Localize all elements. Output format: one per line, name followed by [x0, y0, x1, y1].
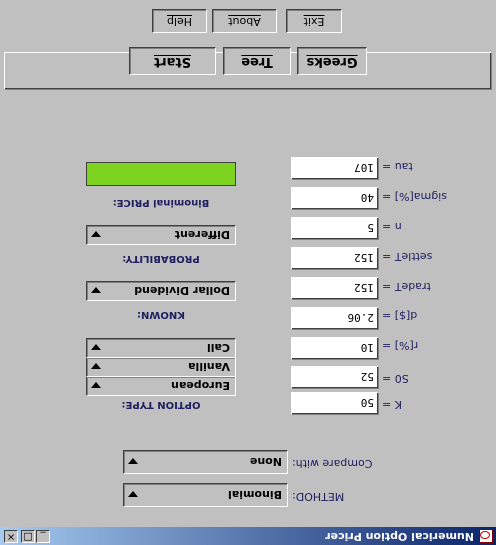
method-label: METHOD:	[292, 490, 345, 503]
close-button[interactable]: ×	[4, 530, 18, 543]
r-field[interactable]	[291, 337, 379, 360]
chevron-down-icon	[91, 363, 101, 369]
option-style-select[interactable]: European	[86, 376, 236, 396]
tree-button[interactable]: Tree	[223, 47, 291, 75]
probability-value: Different	[174, 228, 230, 241]
settlet-field[interactable]	[291, 247, 379, 270]
greeks-button[interactable]: Greeks	[297, 47, 367, 75]
option-style-value: European	[171, 379, 230, 392]
sigma-input[interactable]	[292, 187, 378, 208]
d-field[interactable]	[291, 307, 379, 330]
tau-label: tau =	[382, 160, 413, 173]
maximize-button[interactable]: □	[21, 530, 35, 543]
compare-select[interactable]: None	[123, 450, 288, 474]
option-right-select[interactable]: Call	[86, 338, 236, 358]
option-type-label: OPTION TYPE:	[121, 399, 201, 410]
price-label: Binominal PRICE:	[112, 197, 210, 208]
about-button[interactable]: About	[212, 9, 277, 33]
minimize-button[interactable]: _	[36, 530, 50, 543]
sigma-label: sigma[%] =	[382, 190, 447, 203]
tau-field[interactable]	[291, 157, 379, 180]
tradet-field[interactable]	[291, 277, 379, 300]
settlet-input[interactable]	[292, 247, 378, 268]
tree-button-label: Tree	[241, 54, 273, 69]
n-label: n =	[382, 220, 402, 233]
method-value: Binomial	[228, 488, 282, 501]
r-label: r[%] =	[382, 339, 419, 352]
about-button-label: About	[228, 15, 261, 28]
window-title: Numerical Option Pricer	[325, 530, 474, 543]
screen: Numerical Option Pricer _ □ × METHOD: Bi…	[0, 0, 496, 545]
exit-button[interactable]: Exit	[286, 9, 342, 33]
s0-label: S0 =	[382, 372, 409, 385]
option-kind-select[interactable]: Vanilla	[86, 357, 236, 377]
tradet-label: tradeT =	[382, 280, 431, 293]
option-right-value: Call	[206, 341, 230, 354]
known-label: KNOWN:	[136, 309, 186, 320]
start-button[interactable]: Start	[129, 47, 216, 75]
chevron-down-icon	[91, 382, 101, 388]
n-input[interactable]	[292, 217, 378, 238]
known-select[interactable]: Dollar Dividend	[86, 281, 236, 301]
flipped-window: Numerical Option Pricer _ □ × METHOD: Bi…	[0, 0, 496, 545]
k-label: K =	[382, 398, 402, 411]
d-input[interactable]	[292, 307, 378, 328]
sigma-field[interactable]	[291, 187, 379, 210]
r-input[interactable]	[292, 337, 378, 358]
chevron-down-icon	[91, 287, 101, 293]
greeks-button-label: Greeks	[306, 54, 358, 69]
method-select[interactable]: Binomial	[123, 483, 288, 507]
help-button[interactable]: Help	[152, 9, 207, 33]
app-icon	[479, 529, 493, 543]
title-bar[interactable]: Numerical Option Pricer _ □ ×	[0, 527, 496, 545]
k-input[interactable]	[292, 392, 378, 413]
d-label: d[$] =	[382, 309, 418, 322]
exit-button-label: Exit	[303, 15, 325, 28]
settlet-label: settleT =	[382, 250, 433, 263]
tradet-input[interactable]	[292, 277, 378, 298]
price-display	[86, 162, 236, 186]
chevron-down-icon	[128, 491, 138, 497]
k-field[interactable]	[291, 392, 379, 415]
compare-label: Compare with:	[292, 457, 373, 470]
chevron-down-icon	[128, 458, 138, 464]
n-field[interactable]	[291, 217, 379, 240]
compare-value: None	[249, 455, 282, 468]
chevron-down-icon	[91, 231, 101, 237]
help-button-label: Help	[166, 15, 193, 28]
option-kind-value: Vanilla	[188, 360, 230, 373]
start-button-label: Start	[154, 54, 191, 69]
probability-label: PROBABILITY:	[122, 253, 200, 264]
s0-input[interactable]	[292, 366, 378, 387]
s0-field[interactable]	[291, 366, 379, 389]
probability-select[interactable]: Different	[86, 225, 236, 245]
known-value: Dollar Dividend	[134, 284, 230, 297]
chevron-down-icon	[91, 344, 101, 350]
tau-input[interactable]	[292, 157, 378, 178]
